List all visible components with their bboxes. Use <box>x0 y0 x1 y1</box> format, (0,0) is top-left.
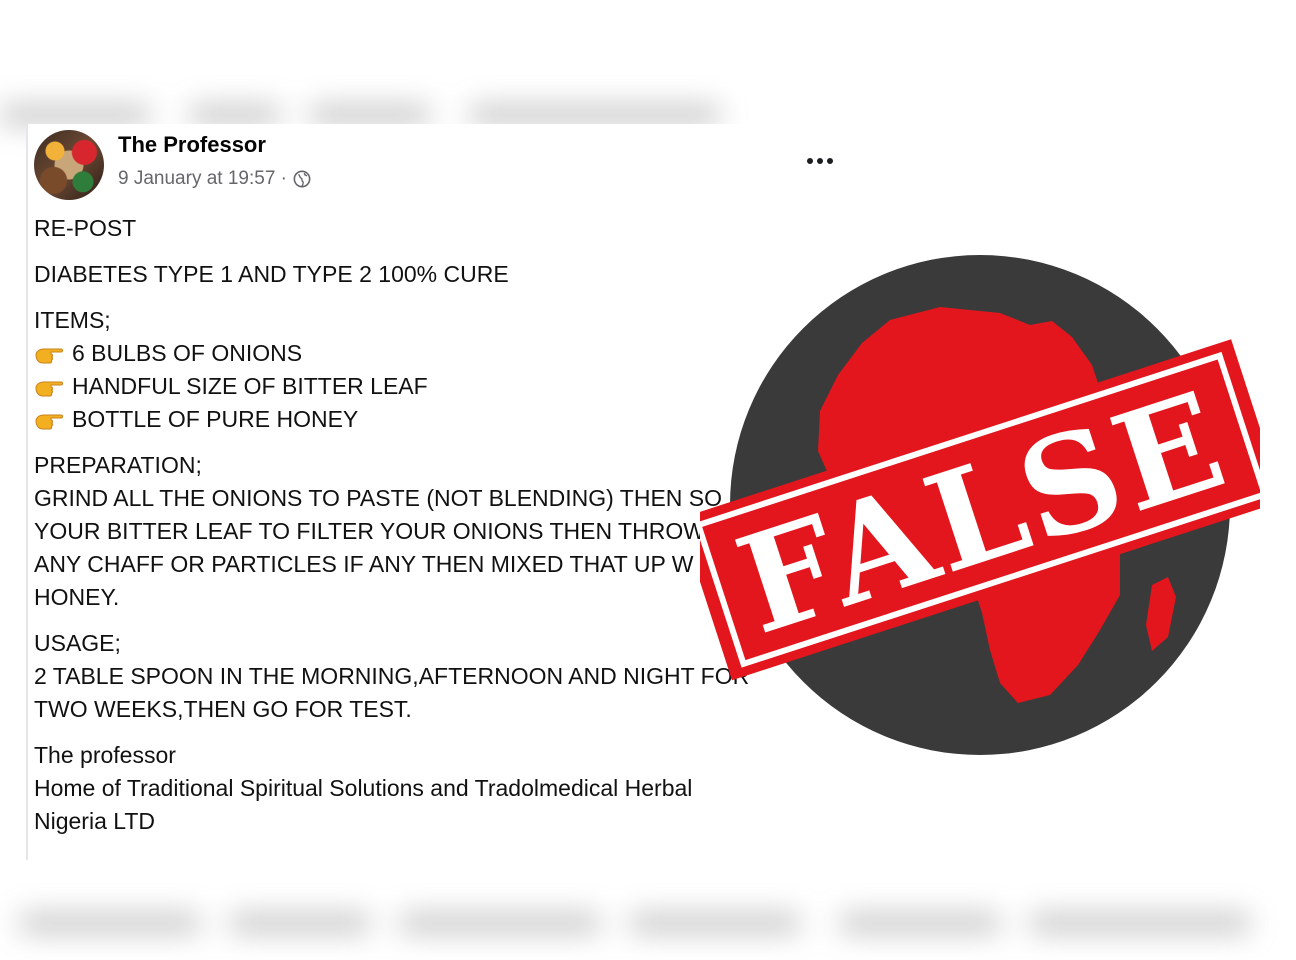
pointing-finger-icon <box>35 381 63 397</box>
blurred-footer-background <box>0 900 1296 948</box>
post-meta: 9 January at 19:57 · <box>118 168 311 190</box>
list-item-text: BOTTLE OF PURE HONEY <box>72 406 359 432</box>
pointing-finger-icon <box>35 348 63 364</box>
post-author[interactable]: The Professor <box>118 132 266 158</box>
avatar[interactable] <box>34 130 104 200</box>
globe-icon <box>293 170 311 188</box>
more-options-icon[interactable] <box>800 148 840 174</box>
signature-line: Nigeria LTD <box>34 808 155 834</box>
list-item-text: HANDFUL SIZE OF BITTER LEAF <box>72 373 428 399</box>
false-stamp: FALSE <box>679 225 1284 785</box>
stamp-graphic <box>679 255 1284 755</box>
list-item-text: 6 BULBS OF ONIONS <box>72 340 303 366</box>
pointing-finger-icon <box>35 414 63 430</box>
post-timestamp[interactable]: 9 January at 19:57 · <box>118 168 287 190</box>
